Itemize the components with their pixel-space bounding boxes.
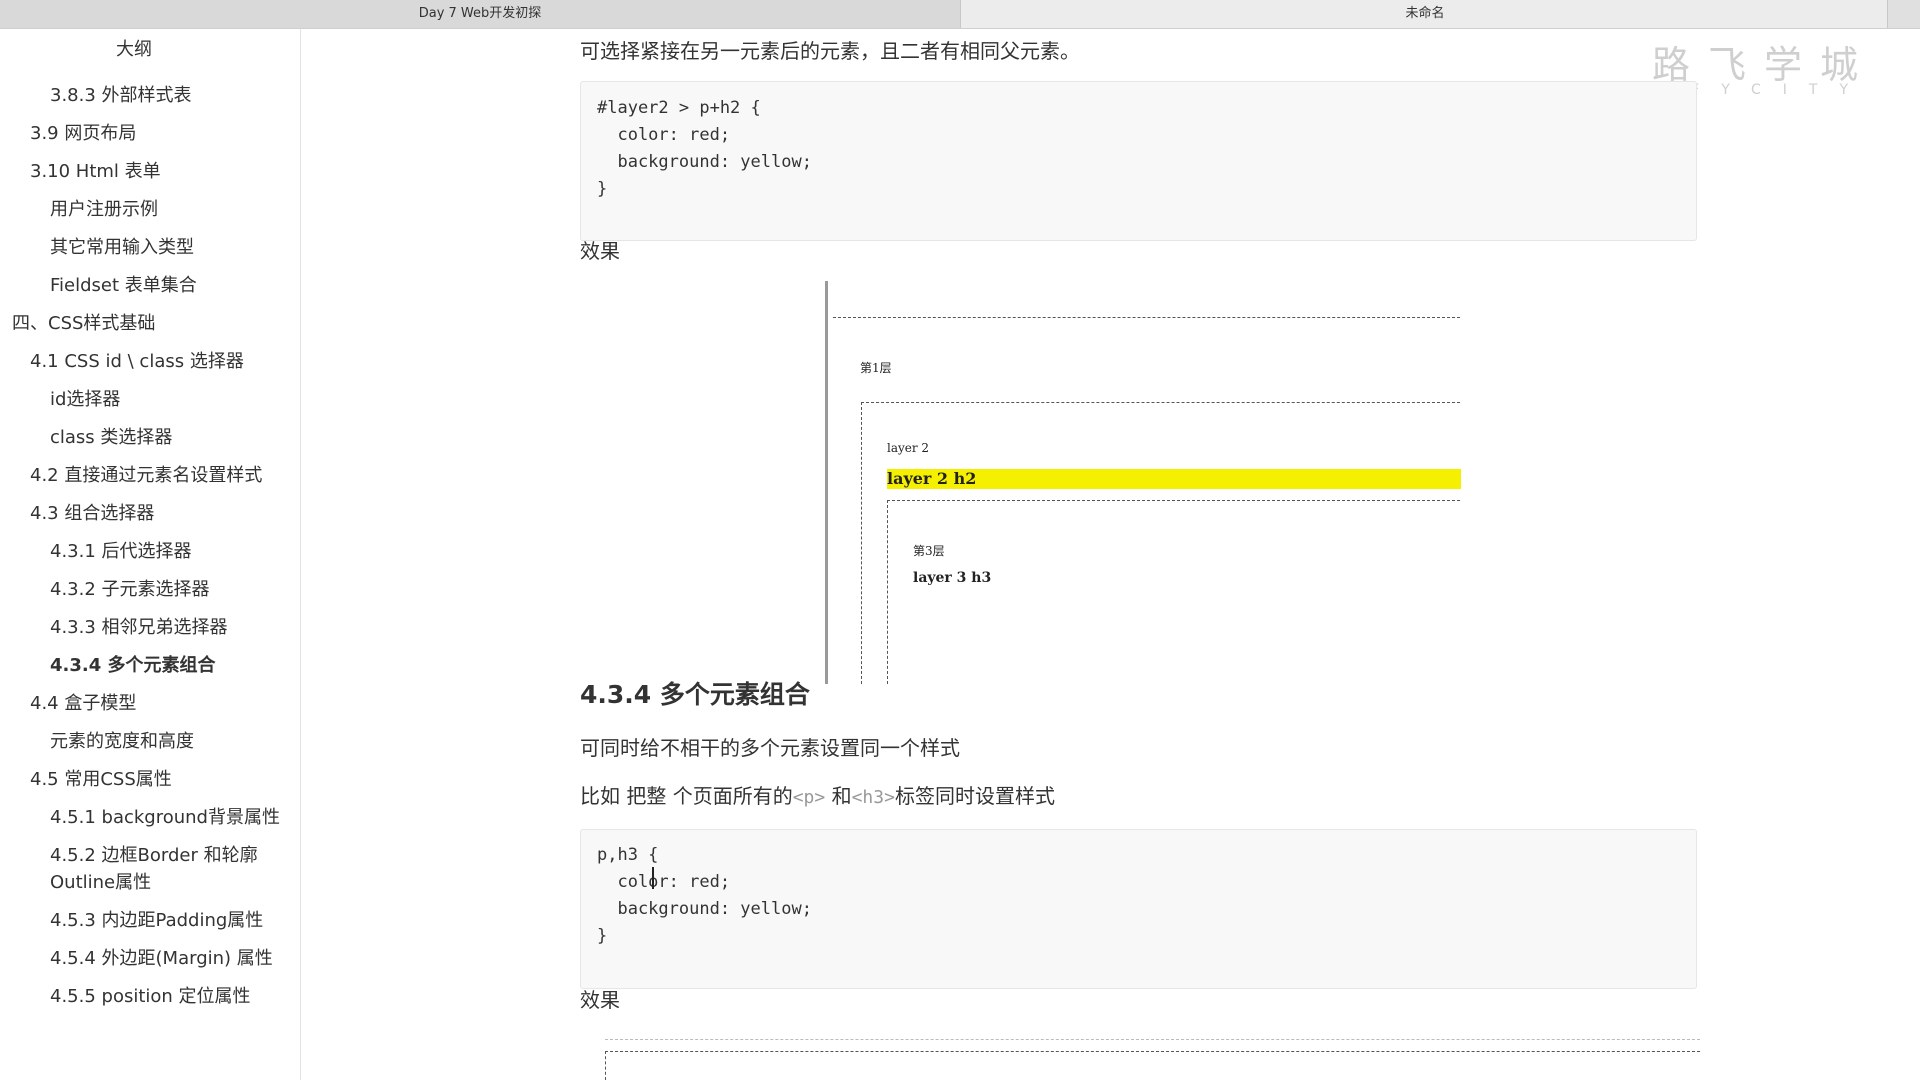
effect-demo-figure: 第1层 layer 2 layer 2 h2 第3层 layer 3 h3 (825, 281, 1461, 684)
desc2-prefix: 比如 把整 个页面所有的 (580, 784, 793, 808)
code-line: } (597, 179, 608, 199)
intro-paragraph: 可选择紧接在另一元素后的元素，且二者有相同父元素。 (580, 39, 1080, 63)
outline-item[interactable]: 4.4 盒子模型 (0, 685, 300, 723)
demo2-outer-border (605, 1039, 1700, 1040)
outline-item[interactable]: 其它常用输入类型 (0, 229, 300, 267)
code-line: background: yellow; (597, 152, 812, 172)
new-tab-button[interactable] (1887, 0, 1920, 28)
code-line: #layer2 > p+h2 { (597, 98, 761, 118)
outline-item[interactable]: 3.8.3 外部样式表 (0, 77, 300, 115)
outline-item[interactable]: 4.5.4 外边距(Margin) 属性 (0, 940, 300, 978)
outline-item[interactable]: Fieldset 表单集合 (0, 267, 300, 305)
code-block-1[interactable]: #layer2 > p+h2 { color: red; background:… (580, 81, 1697, 241)
layer3-border-top (887, 500, 1460, 501)
layer3-h3-text: layer 3 h3 (913, 570, 992, 586)
inline-code-p: <p> (792, 787, 826, 808)
outline-title: 大纲 (116, 39, 152, 60)
code-line: background: yellow; (597, 899, 812, 919)
outline-list: 3.8.3 外部样式表 3.9 网页布局 3.10 Html 表单 用户注册示例… (0, 77, 300, 1016)
outline-item[interactable]: 4.5.3 内边距Padding属性 (0, 902, 300, 940)
outline-item[interactable]: 4.1 CSS id \ class 选择器 (0, 343, 300, 381)
outline-item[interactable]: 用户注册示例 (0, 191, 300, 229)
tab-day7-web[interactable]: Day 7 Web开发初探 (0, 0, 960, 28)
layer1-border (833, 317, 1460, 318)
outline-item[interactable]: 四、CSS样式基础 (0, 305, 300, 343)
code-line: } (597, 926, 608, 946)
tab-bar: Day 7 Web开发初探 未命名 (0, 0, 1920, 29)
outline-item[interactable]: 元素的宽度和高度 (0, 723, 300, 761)
outline-item[interactable]: 4.3.3 相邻兄弟选择器 (0, 609, 300, 647)
layer2-border-top (861, 402, 1460, 403)
outline-item[interactable]: 4.5 常用CSS属性 (0, 761, 300, 799)
desc2-suffix: 标签同时设置样式 (894, 784, 1055, 808)
effect-label-2: 效果 (580, 988, 620, 1012)
outline-item[interactable]: 4.5.1 background背景属性 (0, 799, 300, 837)
description-paragraph-1: 可同时给不相干的多个元素设置同一个样式 (580, 736, 960, 760)
outline-item[interactable]: 4.5.5 position 定位属性 (0, 978, 300, 1016)
layer3-label: 第3层 (913, 544, 945, 558)
outline-item[interactable]: 4.5.2 边框Border 和轮廓Outline属性 (0, 837, 300, 902)
desc2-mid: 和 (825, 784, 852, 808)
outline-item[interactable]: 4.2 直接通过元素名设置样式 (0, 457, 300, 495)
tab-untitled[interactable]: 未命名 (960, 0, 1889, 28)
outline-item[interactable]: 4.3 组合选择器 (0, 495, 300, 533)
demo2-inner-border (605, 1051, 1700, 1052)
outline-sidebar: 大纲 3.8.3 外部样式表 3.9 网页布局 3.10 Html 表单 用户注… (0, 29, 301, 1080)
layer2-label: layer 2 (887, 441, 930, 455)
outline-item[interactable]: id选择器 (0, 381, 300, 419)
layer3-border-left (887, 500, 888, 684)
inline-code-h3: <h3> (851, 787, 895, 808)
text-cursor (652, 867, 654, 889)
code-line: p,h3 { (597, 845, 659, 865)
outline-item[interactable]: 4.3.2 子元素选择器 (0, 571, 300, 609)
outline-item[interactable]: 3.9 网页布局 (0, 115, 300, 153)
outline-item-active[interactable]: 4.3.4 多个元素组合 (0, 647, 300, 685)
outline-item[interactable]: class 类选择器 (0, 419, 300, 457)
description-paragraph-2: 比如 把整 个页面所有的<p> 和<h3>标签同时设置样式 (580, 780, 1055, 809)
outline-item[interactable]: 4.3.1 后代选择器 (0, 533, 300, 571)
section-heading: 4.3.4 多个元素组合 (580, 680, 810, 709)
layer1-label: 第1层 (860, 361, 892, 375)
outline-item[interactable]: 3.10 Html 表单 (0, 153, 300, 191)
code-block-2[interactable]: p,h3 { color: red; background: yellow; } (580, 829, 1697, 989)
layer2-border-left (861, 402, 862, 684)
effect-label: 效果 (580, 239, 620, 263)
code-line: color: red; (597, 125, 731, 145)
demo2-left-border (605, 1051, 606, 1080)
code-line: color: red; (597, 872, 731, 892)
layer2-h2-text: layer 2 h2 (887, 469, 977, 488)
